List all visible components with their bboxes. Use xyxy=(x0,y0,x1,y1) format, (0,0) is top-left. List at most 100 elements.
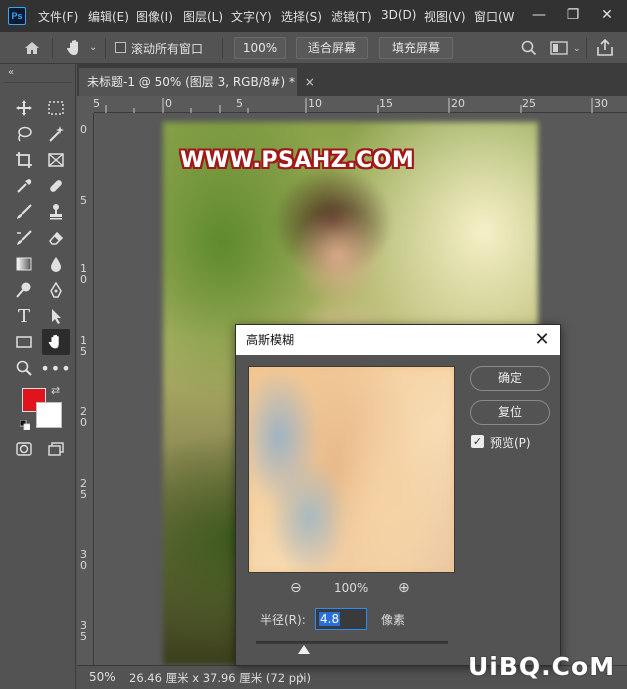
ruler-label: 3 0 xyxy=(80,548,87,572)
document-tab-bar: 未标题-1 @ 50% (图层 3, RGB/8#) * × xyxy=(77,64,627,96)
status-menu-arrow-icon[interactable]: 〉 xyxy=(299,670,310,686)
reset-button[interactable]: 复位 xyxy=(470,400,550,425)
ruler-label: 5 xyxy=(80,194,87,207)
fill-screen-button[interactable]: 填充屏幕 xyxy=(379,37,453,59)
menu-select[interactable]: 选择(S) xyxy=(281,8,322,25)
magic-wand-tool-icon[interactable] xyxy=(44,123,68,145)
zoom-in-icon[interactable]: ⊕ xyxy=(398,580,410,596)
menu-window[interactable]: 窗口(W xyxy=(474,8,514,25)
menu-view[interactable]: 视图(V) xyxy=(424,8,466,25)
ruler-label: 30 xyxy=(594,97,608,110)
eraser-tool-icon[interactable] xyxy=(44,227,68,249)
divider xyxy=(4,82,72,83)
ruler-label: 0 xyxy=(165,97,172,110)
history-brush-tool-icon[interactable] xyxy=(12,227,36,249)
preview-zoom-level: 100% xyxy=(334,581,369,595)
gaussian-blur-dialog: 高斯模糊 ✕ 确定 复位 ✓ 预览(P) ⊖ 100% ⊕ 半径(R): 4.8… xyxy=(235,324,561,666)
clone-stamp-tool-icon[interactable] xyxy=(44,201,68,223)
ruler-label: 25 xyxy=(522,97,536,110)
menu-type[interactable]: 文字(Y) xyxy=(231,8,272,25)
brush-tool-icon[interactable] xyxy=(12,201,36,223)
pen-tool-icon[interactable] xyxy=(44,279,68,301)
menu-layer[interactable]: 图层(L) xyxy=(183,8,223,25)
dialog-titlebar[interactable]: 高斯模糊 ✕ xyxy=(236,325,560,355)
menu-edit[interactable]: 编辑(E) xyxy=(88,8,129,25)
ruler-corner xyxy=(77,96,94,113)
radius-unit-label: 像素 xyxy=(381,613,406,627)
ruler-left: 0 5 1 0 1 5 2 0 2 5 3 0 3 5 xyxy=(77,113,94,665)
zoom-percent-button[interactable]: 100% xyxy=(234,37,286,59)
separator xyxy=(52,38,53,58)
ruler-label: 5 xyxy=(236,97,243,110)
gradient-tool-icon[interactable] xyxy=(12,253,36,275)
radius-slider-thumb[interactable] xyxy=(298,645,310,654)
status-document-info: 26.46 厘米 x 37.96 厘米 (72 ppi) xyxy=(129,671,311,685)
eyedropper-tool-icon[interactable] xyxy=(12,175,36,197)
scroll-all-windows-label: 滚动所有窗口 xyxy=(131,42,204,56)
screen-mode-icon[interactable] xyxy=(44,438,68,460)
close-tab-icon[interactable]: × xyxy=(305,75,315,89)
frame-tool-icon[interactable] xyxy=(44,149,68,171)
menu-3d[interactable]: 3D(D) xyxy=(381,8,416,22)
separator xyxy=(586,38,587,58)
path-selection-tool-icon[interactable] xyxy=(44,305,68,327)
marquee-tool-icon[interactable] xyxy=(44,97,68,119)
fit-screen-button[interactable]: 适合屏幕 xyxy=(296,37,368,59)
more-tools-icon[interactable]: ••• xyxy=(40,357,70,379)
menu-bar: Ps 文件(F) 编辑(E) 图像(I) 图层(L) 文字(Y) 选择(S) 滤… xyxy=(0,0,627,32)
crop-tool-icon[interactable] xyxy=(12,149,36,171)
hand-tool-icon[interactable] xyxy=(42,329,70,355)
menu-file[interactable]: 文件(F) xyxy=(38,8,78,25)
menu-image[interactable]: 图像(I) xyxy=(136,8,173,25)
radius-slider-track[interactable] xyxy=(256,641,448,644)
minimize-button[interactable]: — xyxy=(522,2,556,28)
preview-checkbox[interactable]: ✓ xyxy=(471,435,484,448)
tools-panel: « T ••• ⇄ xyxy=(0,64,76,689)
photoshop-logo-icon: Ps xyxy=(8,7,26,25)
scroll-all-windows-checkbox[interactable] xyxy=(115,42,126,53)
chevron-down-icon[interactable]: ⌄ xyxy=(573,44,581,54)
move-tool-icon[interactable] xyxy=(12,97,36,119)
zoom-out-icon[interactable]: ⊖ xyxy=(290,580,302,596)
radius-label: 半径(R): xyxy=(260,613,306,627)
collapse-panel-icon[interactable]: « xyxy=(8,67,14,78)
document-tab-title: 未标题-1 @ 50% (图层 3, RGB/8#) * xyxy=(87,75,295,89)
workspace-icon[interactable] xyxy=(550,40,570,56)
ruler-top: 5 0 5 10 15 20 25 30 xyxy=(93,96,627,113)
search-icon[interactable] xyxy=(520,39,538,57)
type-tool-icon[interactable]: T xyxy=(12,305,36,327)
separator xyxy=(222,38,223,58)
canvas-watermark-text: WWW.PSAHZ.COM xyxy=(180,148,415,173)
swap-colors-icon[interactable]: ⇄ xyxy=(51,384,60,397)
share-icon[interactable] xyxy=(595,38,615,58)
rectangle-tool-icon[interactable] xyxy=(12,331,36,353)
chevron-down-icon[interactable]: ⌄ xyxy=(89,42,97,53)
default-colors-icon[interactable] xyxy=(19,419,31,431)
ruler-label: 2 5 xyxy=(80,477,87,501)
ruler-label: 2 0 xyxy=(80,405,87,429)
dialog-close-icon[interactable]: ✕ xyxy=(530,325,554,355)
ok-button[interactable]: 确定 xyxy=(470,366,550,391)
ruler-label: 15 xyxy=(379,97,393,110)
quick-mask-icon[interactable] xyxy=(12,438,36,460)
ruler-label: 10 xyxy=(308,97,322,110)
ruler-label: 0 xyxy=(80,123,87,136)
ruler-label: 20 xyxy=(451,97,465,110)
status-zoom[interactable]: 50% xyxy=(89,670,116,684)
dodge-tool-icon[interactable] xyxy=(12,279,36,301)
lasso-tool-icon[interactable] xyxy=(12,123,36,145)
healing-brush-tool-icon[interactable] xyxy=(44,175,68,197)
separator xyxy=(105,38,106,58)
close-window-button[interactable]: ✕ xyxy=(590,2,624,28)
zoom-tool-icon[interactable] xyxy=(12,357,36,379)
hand-tool-preset-icon[interactable] xyxy=(64,38,86,58)
home-icon[interactable] xyxy=(22,39,42,57)
radius-input[interactable]: 4.8 xyxy=(315,608,367,630)
restore-button[interactable]: ❐ xyxy=(556,2,590,28)
blur-preview-pane[interactable] xyxy=(248,366,455,573)
blur-tool-icon[interactable] xyxy=(44,253,68,275)
menu-filter[interactable]: 滤镜(T) xyxy=(331,8,372,25)
blur-preview-image xyxy=(249,367,454,572)
document-tab[interactable]: 未标题-1 @ 50% (图层 3, RGB/8#) * × xyxy=(79,68,315,96)
background-color-swatch[interactable] xyxy=(36,402,62,428)
